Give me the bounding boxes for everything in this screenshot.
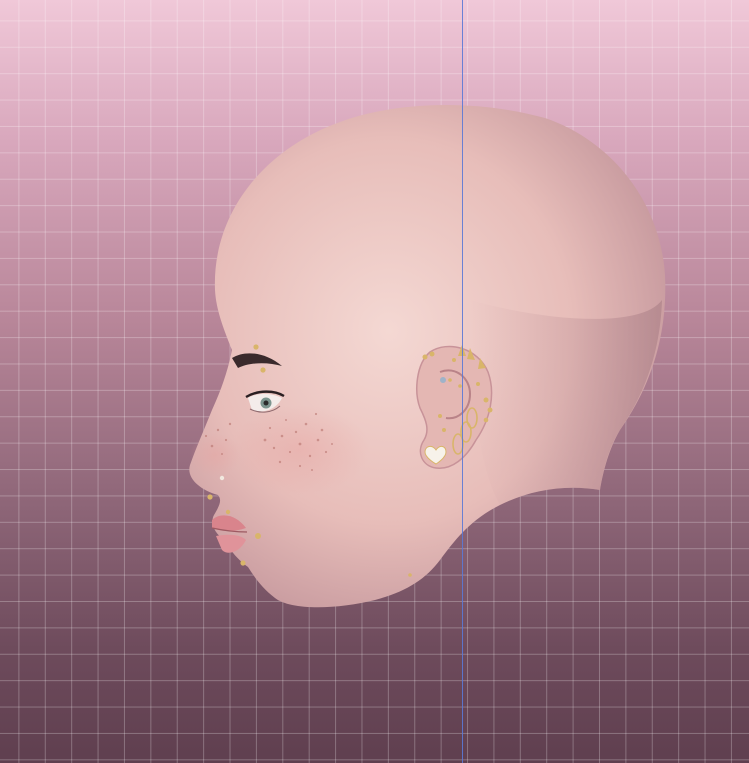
center-axis-line <box>462 0 463 763</box>
viewport[interactable] <box>0 0 749 763</box>
cheek-blush <box>230 405 370 495</box>
neck-shadow <box>470 300 662 505</box>
nose-blush <box>190 433 240 477</box>
head-model[interactable] <box>0 0 749 763</box>
